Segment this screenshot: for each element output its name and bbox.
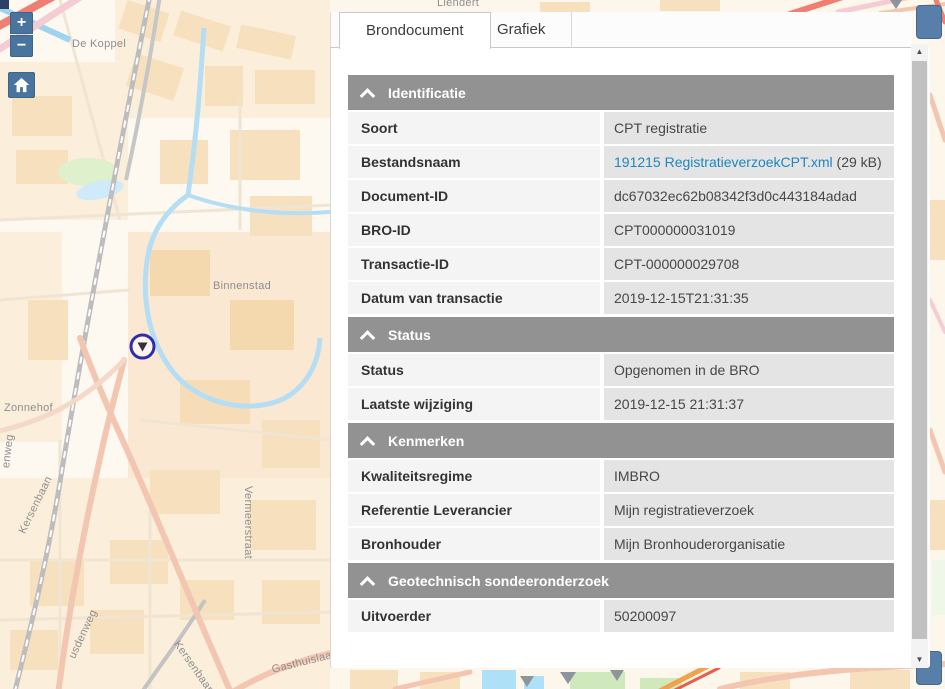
row-label: Document-ID — [348, 180, 600, 212]
row-label: Referentie Leverancier — [348, 494, 600, 526]
map-place-label: Binnenstad — [213, 280, 271, 292]
section-title: Status — [388, 327, 431, 343]
scrollbar-down-button[interactable]: ▼ — [911, 652, 928, 668]
detail-row: StatusOpgenomen in de BRO — [348, 354, 894, 386]
zoom-in-button[interactable]: + — [10, 12, 33, 34]
row-label: Status — [348, 354, 600, 386]
detail-row: KwaliteitsregimeIMBRO — [348, 460, 894, 492]
tab-brondocument[interactable]: Brondocument — [339, 12, 491, 49]
section-title: Kenmerken — [388, 433, 464, 449]
zoom-out-button[interactable]: − — [10, 35, 33, 57]
corner-menu-notch — [0, 0, 9, 9]
scrollbar-thumb[interactable] — [912, 61, 927, 639]
file-link[interactable]: 191215 RegistratieverzoekCPT.xml — [614, 154, 833, 170]
detail-row: Datum van transactie2019-12-15T21:31:35 — [348, 282, 894, 314]
section-header[interactable]: Kenmerken — [348, 423, 894, 458]
row-label: Kwaliteitsregime — [348, 460, 600, 492]
map-place-label: Vermeerstraat — [242, 486, 254, 559]
panel-body: Identificatie SoortCPT registratieBestand… — [330, 48, 930, 668]
row-value: CPT-000000029708 — [604, 248, 894, 280]
row-value: dc67032ec62b08342f3d0c443184adad — [604, 180, 894, 212]
section-header[interactable]: Status — [348, 317, 894, 352]
chevron-up-icon — [360, 330, 376, 346]
bro-viewer: De KoppelBinnenstadZonnehofLiendertenweg… — [0, 0, 945, 689]
section-title: Geotechnisch sondeeronderzoek — [388, 573, 609, 589]
map-place-label: Liendert — [437, 0, 479, 9]
home-icon — [13, 77, 30, 93]
home-button[interactable] — [8, 72, 35, 98]
row-value: CPT registratie — [604, 112, 894, 144]
chevron-up-icon — [360, 436, 376, 452]
detail-row: Bestandsnaam191215 RegistratieverzoekCPT… — [348, 146, 894, 178]
detail-sections: Identificatie SoortCPT registratieBestand… — [331, 48, 894, 632]
detail-row: Laatste wijziging2019-12-15 21:31:37 — [348, 388, 894, 420]
detail-row: Referentie LeverancierMijn registratieve… — [348, 494, 894, 526]
map-place-label: Zonnehof — [4, 402, 53, 414]
detail-panel: Brondocument Grafiek IdentificatieSoortC… — [330, 12, 930, 668]
scrollbar-up-button[interactable]: ▲ — [911, 44, 928, 60]
section-header[interactable]: Identificatie — [348, 75, 894, 110]
detail-row: Transactie-IDCPT-000000029708 — [348, 248, 894, 280]
row-value: Mijn registratieverzoek — [604, 494, 894, 526]
row-label: Soort — [348, 112, 600, 144]
row-label: Datum van transactie — [348, 282, 600, 314]
row-value: CPT000000031019 — [604, 214, 894, 246]
row-label: Transactie-ID — [348, 248, 600, 280]
chevron-up-icon — [360, 88, 376, 104]
row-value: Mijn Bronhouderorganisatie — [604, 528, 894, 560]
row-value: Opgenomen in de BRO — [604, 354, 894, 386]
row-label: Uitvoerder — [348, 600, 600, 632]
panel-scrollbar[interactable]: ▲ ▼ — [911, 44, 928, 668]
map-marker[interactable] — [128, 332, 157, 361]
section-title: Identificatie — [388, 85, 466, 101]
row-label: Bronhouder — [348, 528, 600, 560]
map-place-label: De Koppel — [72, 38, 126, 50]
detail-row: Uitvoerder50200097 — [348, 600, 894, 632]
detail-row: BronhouderMijn Bronhouderorganisatie — [348, 528, 894, 560]
row-value: 191215 RegistratieverzoekCPT.xml (29 kB) — [604, 146, 894, 178]
detail-row: BRO-IDCPT000000031019 — [348, 214, 894, 246]
chevron-up-icon — [360, 576, 376, 592]
row-label: Bestandsnaam — [348, 146, 600, 178]
row-value: IMBRO — [604, 460, 894, 492]
row-value: 2019-12-15T21:31:35 — [604, 282, 894, 314]
detail-row: SoortCPT registratie — [348, 112, 894, 144]
detail-row: Document-IDdc67032ec62b08342f3d0c443184a… — [348, 180, 894, 212]
row-label: Laatste wijziging — [348, 388, 600, 420]
row-label: BRO-ID — [348, 214, 600, 246]
row-value: 50200097 — [604, 600, 894, 632]
tab-bar: Brondocument Grafiek — [330, 12, 912, 48]
file-size: (29 kB) — [833, 154, 882, 170]
row-value: 2019-12-15 21:31:37 — [604, 388, 894, 420]
section-header[interactable]: Geotechnisch sondeeronderzoek — [348, 563, 894, 598]
